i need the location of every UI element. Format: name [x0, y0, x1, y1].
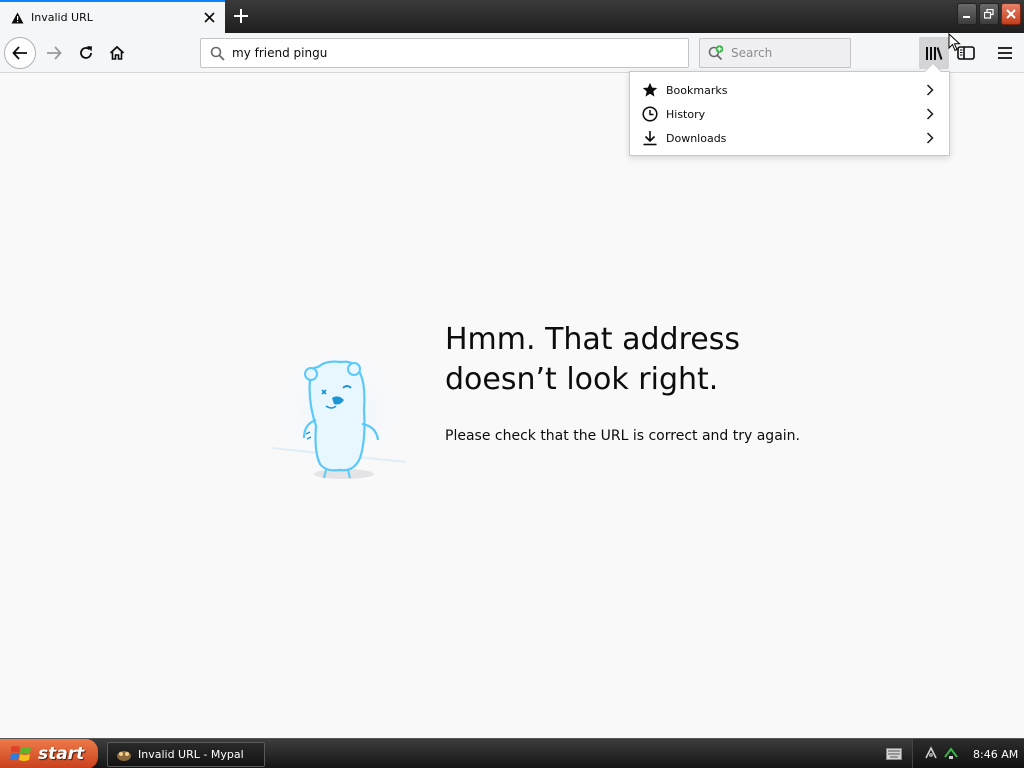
mouse-cursor-icon — [948, 32, 962, 53]
error-title: Hmm. That address doesn’t look right. — [445, 320, 845, 400]
taskbar-item-label: Invalid URL - Mypal — [138, 748, 244, 761]
home-button[interactable] — [101, 37, 133, 69]
hamburger-menu-icon — [998, 47, 1012, 59]
url-input[interactable] — [232, 46, 672, 60]
reload-button[interactable] — [70, 37, 102, 69]
search-engine-add-icon[interactable] — [707, 44, 725, 62]
search-icon — [208, 44, 226, 62]
error-illustration — [266, 340, 412, 484]
library-panel: Bookmarks History Downloads — [629, 62, 950, 156]
home-icon — [109, 45, 125, 60]
network-icon[interactable] — [923, 745, 939, 764]
tab-close-icon[interactable] — [199, 8, 219, 28]
keyboard-icon[interactable] — [886, 748, 902, 760]
taskbar: start Invalid URL - Mypal 8:46 AM — [0, 738, 1024, 768]
forward-button[interactable] — [38, 37, 70, 69]
chevron-right-icon — [923, 83, 937, 97]
system-tray: 8:46 AM — [912, 739, 1024, 768]
minimize-button[interactable] — [957, 3, 977, 25]
star-icon — [641, 81, 659, 99]
start-button[interactable]: start — [0, 739, 98, 768]
panel-item-label: Downloads — [666, 131, 727, 145]
forward-arrow-icon — [47, 46, 62, 60]
close-window-button[interactable] — [1001, 3, 1021, 25]
restore-button[interactable] — [979, 3, 999, 25]
library-icon — [926, 47, 943, 60]
error-title-line-2: doesn’t look right. — [445, 362, 719, 397]
panel-item-history[interactable]: History — [630, 102, 949, 126]
download-icon — [641, 129, 659, 147]
panel-item-bookmarks[interactable]: Bookmarks — [630, 78, 949, 102]
mypal-app-icon — [117, 750, 131, 761]
clock: 8:46 AM — [973, 747, 1019, 761]
error-description: Please check that the URL is correct and… — [445, 428, 800, 444]
panel-item-label: Bookmarks — [666, 83, 728, 97]
warning-icon — [10, 11, 24, 25]
panel-item-label: History — [666, 107, 706, 121]
panel-item-downloads[interactable]: Downloads — [630, 126, 949, 150]
new-tab-button[interactable] — [229, 5, 253, 27]
tab-title: Invalid URL — [31, 11, 93, 24]
chevron-right-icon — [923, 131, 937, 145]
start-label: start — [38, 744, 85, 764]
window-controls — [957, 3, 1021, 25]
safely-remove-icon[interactable] — [943, 745, 959, 764]
search-bar[interactable] — [699, 38, 851, 68]
navigation-toolbar — [0, 33, 1024, 73]
tab-strip: Invalid URL — [0, 0, 1024, 33]
search-input[interactable] — [731, 46, 841, 60]
menu-button[interactable] — [990, 37, 1020, 69]
tab-invalid-url[interactable]: Invalid URL — [0, 0, 225, 33]
reload-icon — [80, 46, 92, 59]
url-bar[interactable] — [200, 38, 689, 68]
clock-icon — [641, 105, 659, 123]
back-arrow-icon — [12, 46, 27, 60]
windows-logo-icon — [10, 746, 31, 761]
error-title-line-1: Hmm. That address — [445, 322, 740, 357]
back-button[interactable] — [4, 37, 36, 69]
chevron-right-icon — [923, 107, 937, 121]
taskbar-item-mypal[interactable]: Invalid URL - Mypal — [107, 742, 265, 767]
